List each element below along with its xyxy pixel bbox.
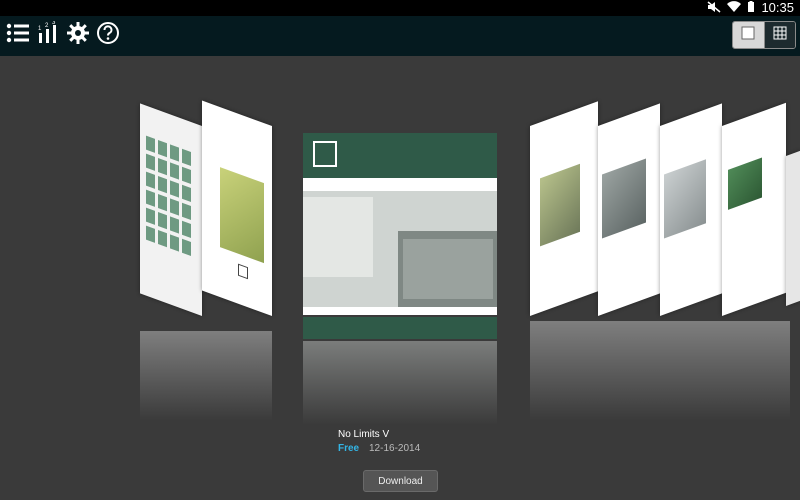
cover-reflection bbox=[530, 321, 790, 421]
battery-icon bbox=[747, 0, 755, 16]
grid-view-button[interactable] bbox=[763, 22, 795, 48]
help-button[interactable] bbox=[94, 21, 122, 49]
cover-photo bbox=[728, 157, 762, 210]
help-icon bbox=[96, 21, 120, 50]
cover-photo bbox=[303, 191, 498, 307]
svg-text:2: 2 bbox=[45, 23, 49, 29]
cover-footer-band bbox=[303, 317, 497, 339]
chart-button[interactable]: 123 bbox=[34, 20, 62, 50]
catalog-cover-selected[interactable] bbox=[303, 133, 498, 339]
catalog-cover[interactable] bbox=[530, 101, 598, 316]
wifi-icon bbox=[727, 0, 742, 16]
cover-reflection bbox=[303, 341, 497, 425]
cover-reflection bbox=[140, 331, 272, 421]
selected-price: Free bbox=[338, 443, 360, 454]
status-bar: 10:35 bbox=[0, 0, 800, 16]
settings-button[interactable] bbox=[64, 21, 92, 49]
settings-icon bbox=[66, 21, 90, 50]
grid-view-icon bbox=[773, 26, 787, 45]
download-button[interactable]: Download bbox=[363, 470, 438, 492]
cover-header bbox=[303, 133, 497, 178]
view-mode-toggle bbox=[732, 21, 796, 49]
tea-logo bbox=[238, 263, 248, 280]
cover-photo bbox=[664, 159, 706, 239]
cover-photo bbox=[540, 163, 580, 247]
catalog-cover[interactable] bbox=[140, 103, 202, 317]
status-icons: 10:35 bbox=[707, 0, 794, 16]
cover-photo bbox=[220, 167, 264, 264]
list-icon bbox=[6, 23, 30, 48]
status-time: 10:35 bbox=[761, 0, 794, 15]
selected-date: 12-16-2014 bbox=[369, 443, 421, 454]
chart-icon: 123 bbox=[36, 20, 60, 50]
cover-photo bbox=[602, 158, 646, 239]
mute-icon bbox=[707, 0, 721, 16]
catalog-cover[interactable] bbox=[202, 100, 272, 316]
list-button[interactable] bbox=[4, 21, 32, 49]
selected-title: No Limits V bbox=[338, 429, 390, 440]
catalog-cover[interactable] bbox=[786, 150, 800, 306]
catalog-cover[interactable] bbox=[722, 102, 786, 316]
catalog-cover[interactable] bbox=[598, 103, 660, 317]
tea-logo bbox=[313, 141, 337, 167]
coverflow: No Limits V Free 12-16-2014 Download bbox=[0, 56, 800, 500]
single-view-button[interactable] bbox=[733, 22, 764, 48]
catalog-cover[interactable] bbox=[660, 103, 722, 317]
single-view-icon bbox=[741, 26, 755, 45]
toolbar: 123 bbox=[0, 16, 800, 56]
svg-text:1: 1 bbox=[38, 26, 42, 32]
